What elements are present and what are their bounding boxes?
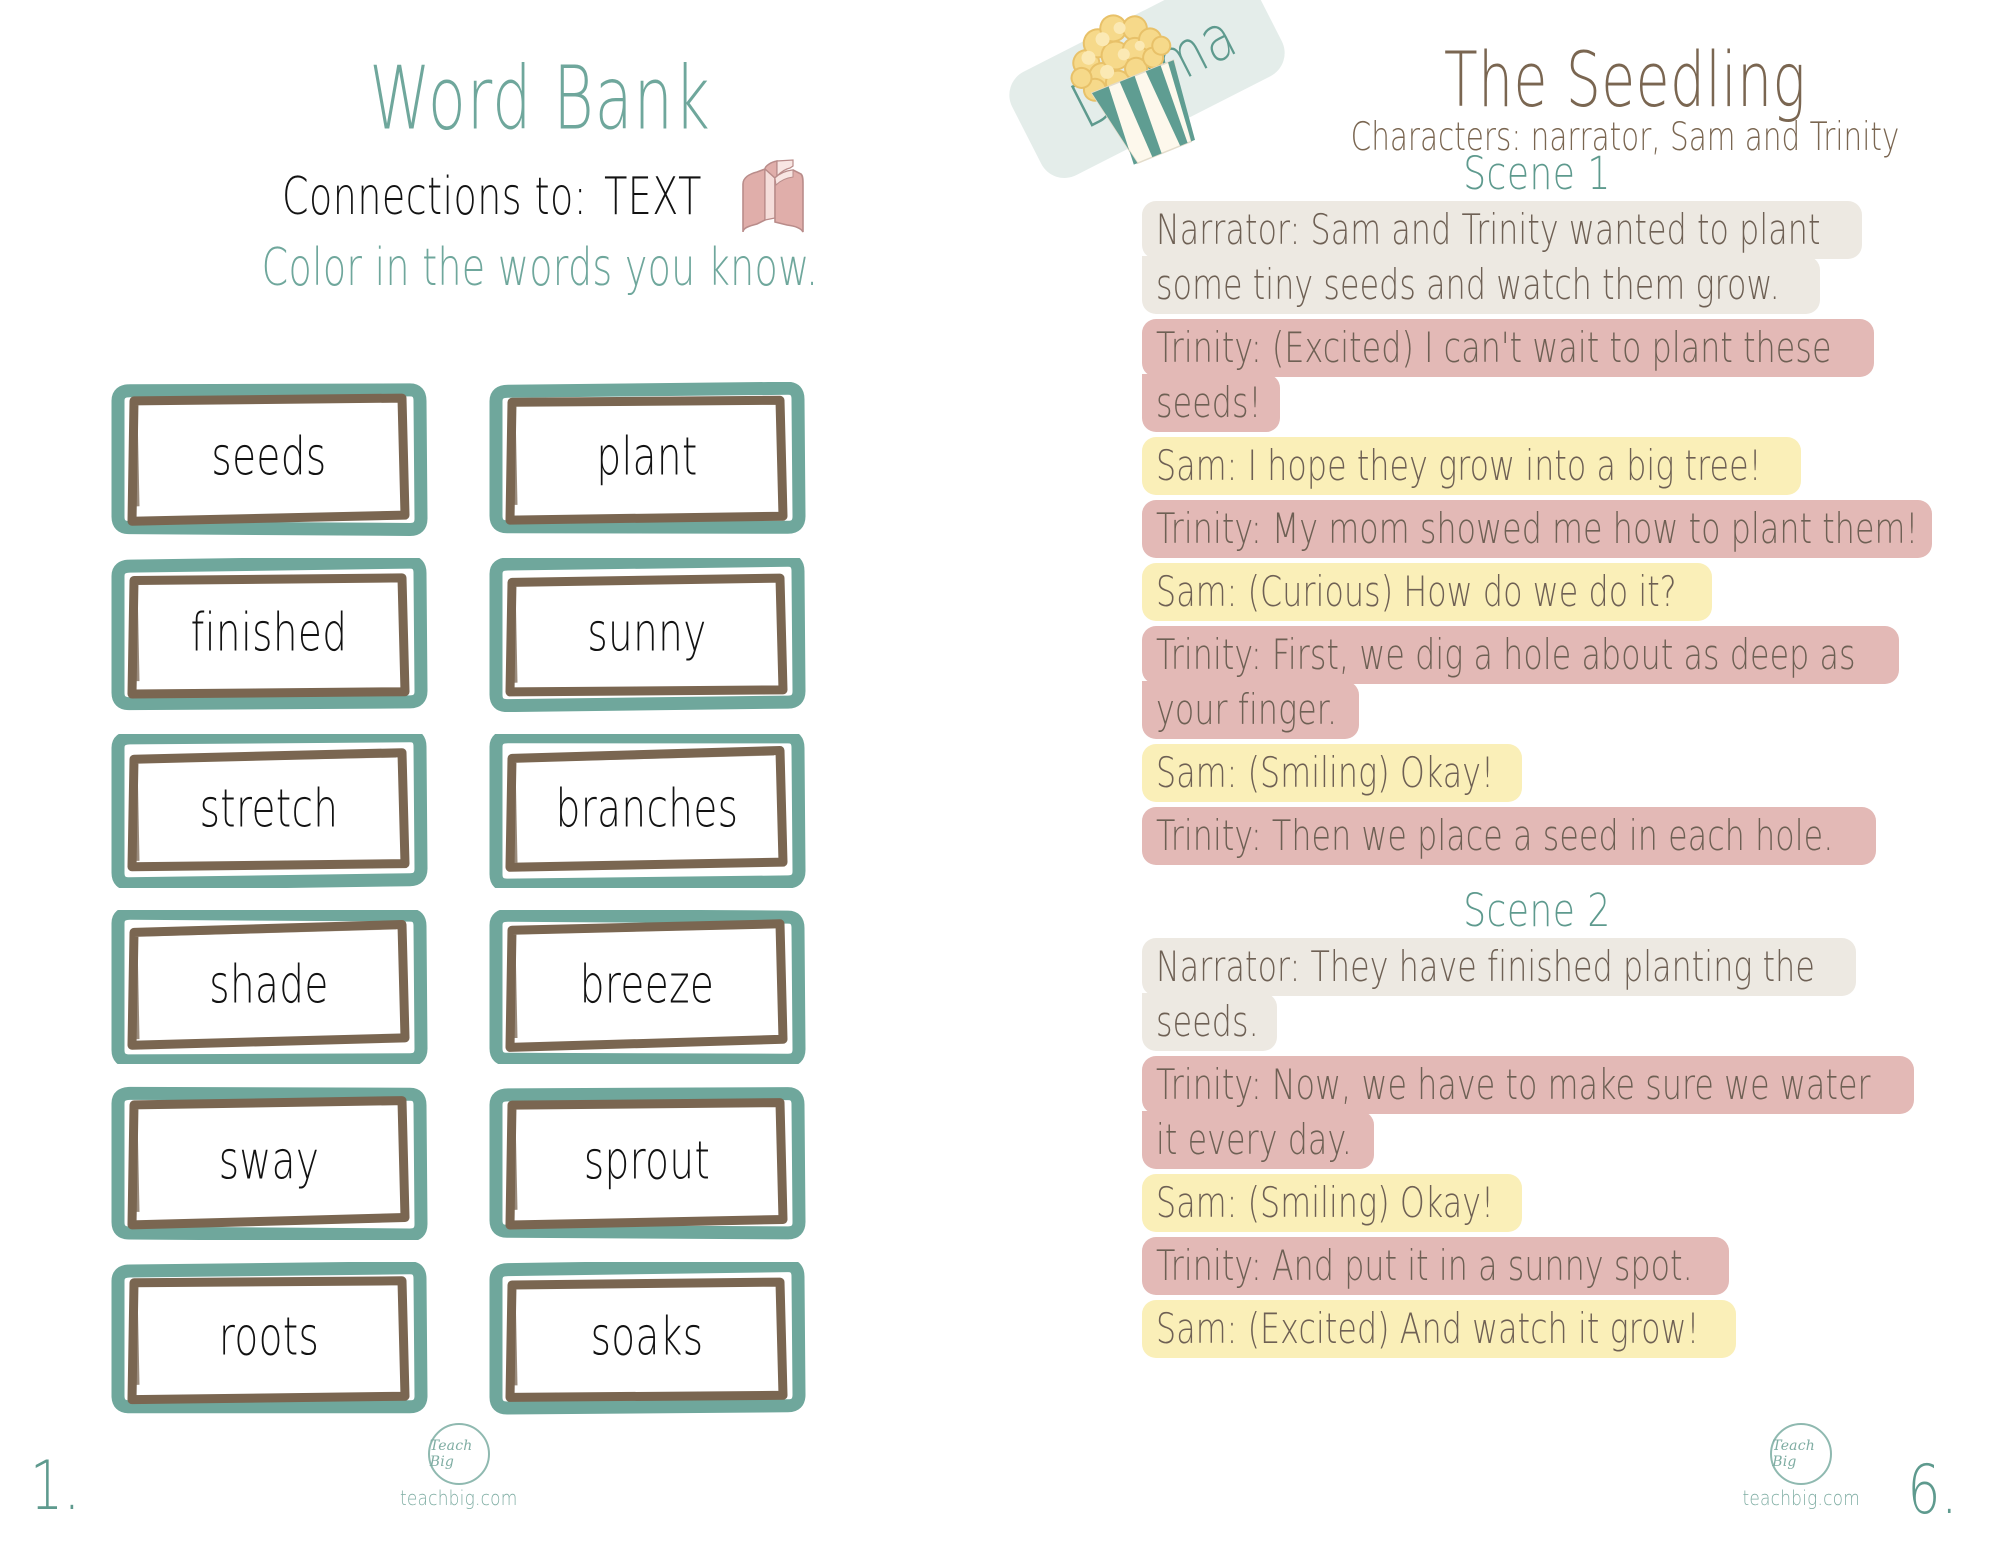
story-title: The Seedling xyxy=(1443,36,1807,125)
dialogue-line-trinity: Trinity: Now, we have to make sure we wa… xyxy=(1142,1056,1932,1169)
dialogue-text-segment: some tiny seeds and watch them grow. xyxy=(1142,256,1820,314)
word-label: sprout xyxy=(583,1129,711,1192)
left-page-word-bank: Word Bank Connections to: TEXT Color in t… xyxy=(0,0,1080,1545)
dialogue-text-segment: Narrator: They have finished planting th… xyxy=(1142,938,1857,996)
dialogue-line-sam: Sam: I hope they grow into a big tree! xyxy=(1142,437,1932,495)
word-label: sunny xyxy=(587,601,707,664)
scene-heading: Scene 2 xyxy=(1463,885,1611,938)
word-bank-grid: seeds plant finished sunny stretch branches sh… xyxy=(108,382,808,1416)
dialogue-line-sam: Sam: (Smiling) Okay! xyxy=(1142,744,1932,802)
dialogue-text-segment: Sam: (Curious) How do we do it? xyxy=(1142,563,1713,621)
dialogue-text-segment: seeds! xyxy=(1142,374,1280,432)
dialogue-line-sam: Sam: (Smiling) Okay! xyxy=(1142,1174,1932,1232)
word-box[interactable]: sprout xyxy=(486,1086,808,1240)
word-box[interactable]: finished xyxy=(108,558,430,712)
dialogue-line-trinity: Trinity: Then we place a seed in each ho… xyxy=(1142,807,1932,865)
dialogue-text-segment: Trinity: Then we place a seed in each ho… xyxy=(1142,807,1876,865)
logo-url: teachbig.com xyxy=(1742,1487,1860,1511)
dialogue-line-narrator: Narrator: Sam and Trinity wanted to plan… xyxy=(1142,201,1932,314)
scene-heading: Scene 1 xyxy=(1463,148,1611,201)
subtitle-emphasis: TEXT xyxy=(604,167,702,227)
dialogue-line-narrator: Narrator: They have finished planting th… xyxy=(1142,938,1932,1051)
dialogue-text-segment: Trinity: First, we dig a hole about as d… xyxy=(1142,626,1899,684)
dialogue-line-trinity: Trinity: My mom showed me how to plant t… xyxy=(1142,500,1932,558)
dialogue-line-sam: Sam: (Excited) And watch it grow! xyxy=(1142,1300,1932,1358)
dialogue-text-segment: Trinity: (Excited) I can't wait to plant… xyxy=(1142,319,1874,377)
word-box[interactable]: shade xyxy=(108,910,430,1064)
dialogue-line-trinity: Trinity: First, we dig a hole about as d… xyxy=(1142,626,1932,739)
logo-url: teachbig.com xyxy=(400,1487,518,1511)
word-label: branches xyxy=(555,777,739,840)
dialogue-line-trinity: Trinity: And put it in a sunny spot. xyxy=(1142,1237,1932,1295)
brand-logo: Teach Big teachbig.com xyxy=(1742,1423,1861,1511)
logo-mark: Teach Big xyxy=(427,1423,490,1485)
dialogue-text-segment: Trinity: Now, we have to make sure we wa… xyxy=(1142,1056,1915,1114)
word-label: finished xyxy=(190,601,348,664)
word-box[interactable]: seeds xyxy=(108,382,430,536)
dialogue-text-segment: Trinity: And put it in a sunny spot. xyxy=(1142,1237,1730,1295)
instruction-text: Color in the words you know. xyxy=(261,238,819,298)
dialogue-text-segment: Sam: (Smiling) Okay! xyxy=(1142,744,1522,802)
subtitle-row: Connections to: TEXT xyxy=(0,152,1080,242)
word-box[interactable]: plant xyxy=(486,382,808,536)
word-box[interactable]: breeze xyxy=(486,910,808,1064)
dialogue-text-segment: it every day. xyxy=(1142,1111,1375,1169)
dialogue-text-segment: Sam: (Smiling) Okay! xyxy=(1142,1174,1522,1232)
word-box[interactable]: sway xyxy=(108,1086,430,1240)
word-box[interactable]: roots xyxy=(108,1262,430,1416)
word-box[interactable]: stretch xyxy=(108,734,430,888)
open-book-icon xyxy=(742,159,804,233)
word-label: breeze xyxy=(579,953,715,1016)
dialogue-line-sam: Sam: (Curious) How do we do it? xyxy=(1142,563,1932,621)
word-label: sway xyxy=(218,1129,320,1192)
word-box[interactable]: soaks xyxy=(486,1262,808,1416)
logo-mark: Teach Big xyxy=(1770,1423,1833,1485)
word-box[interactable]: sunny xyxy=(486,558,808,712)
word-label: stretch xyxy=(199,777,339,840)
word-label: seeds xyxy=(211,425,327,488)
dialogue-text-segment: Sam: (Excited) And watch it grow! xyxy=(1142,1300,1737,1358)
page-number-right: 6. xyxy=(1907,1452,1958,1530)
word-label: roots xyxy=(218,1305,320,1368)
subtitle: Connections to: TEXT xyxy=(282,167,702,227)
subtitle-prefix: Connections to: xyxy=(282,167,588,227)
word-label: shade xyxy=(209,953,329,1016)
script-body: Scene 1 Narrator: Sam and Trinity wanted … xyxy=(1142,148,1932,1363)
word-label: soaks xyxy=(590,1305,704,1368)
word-label: plant xyxy=(596,425,698,488)
dialogue-line-trinity: Trinity: (Excited) I can't wait to plant… xyxy=(1142,319,1932,432)
dialogue-text-segment: your finger. xyxy=(1142,681,1359,739)
worksheet-spread: Word Bank Connections to: TEXT Color in t… xyxy=(0,0,2000,1545)
right-page-drama-script: Drama The Seedling Characte xyxy=(1000,0,2000,1545)
dialogue-text-segment: Narrator: Sam and Trinity wanted to plan… xyxy=(1142,201,1863,259)
dialogue-text-segment: Trinity: My mom showed me how to plant t… xyxy=(1142,500,1932,558)
word-box[interactable]: branches xyxy=(486,734,808,888)
dialogue-text-segment: Sam: I hope they grow into a big tree! xyxy=(1142,437,1801,495)
dialogue-text-segment: seeds. xyxy=(1142,993,1278,1051)
page-title: Word Bank xyxy=(369,48,711,150)
page-number-left: 1. xyxy=(30,1448,81,1526)
